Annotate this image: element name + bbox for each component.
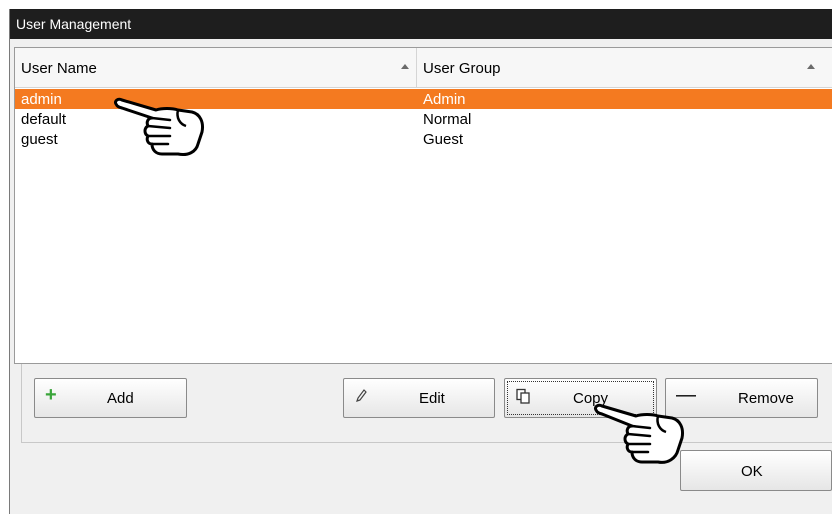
- edit-button[interactable]: Edit: [343, 378, 495, 418]
- pointing-hand-icon: [114, 97, 204, 156]
- remove-button-label: Remove: [738, 390, 794, 407]
- user-table: User Name User Group admin Admin default…: [14, 47, 832, 364]
- cell-user-name: default: [21, 111, 67, 128]
- ok-button-label: OK: [741, 463, 763, 480]
- add-button[interactable]: + Add: [34, 378, 187, 418]
- pencil-icon: [354, 388, 368, 407]
- column-header-user-group[interactable]: User Group: [417, 48, 832, 88]
- sort-ascending-icon: [807, 64, 815, 69]
- sort-ascending-icon: [401, 64, 409, 69]
- cell-user-name: guest: [21, 131, 58, 148]
- column-header-user-name[interactable]: User Name: [15, 48, 417, 88]
- cell-user-name: admin: [21, 91, 62, 108]
- cell-user-group: Guest: [423, 131, 464, 148]
- title-bar: User Management: [10, 9, 832, 39]
- ok-button[interactable]: OK: [680, 450, 832, 491]
- cell-user-group: Admin: [423, 91, 466, 108]
- column-header-label: User Name: [21, 60, 97, 77]
- edit-button-label: Edit: [419, 390, 445, 407]
- window-title: User Management: [16, 16, 132, 32]
- pointing-hand-icon: [594, 403, 684, 464]
- plus-icon: +: [45, 384, 57, 406]
- copy-icon: [515, 388, 531, 407]
- column-header-label: User Group: [423, 60, 501, 77]
- add-button-label: Add: [107, 390, 134, 407]
- cell-user-group: Normal: [423, 111, 472, 128]
